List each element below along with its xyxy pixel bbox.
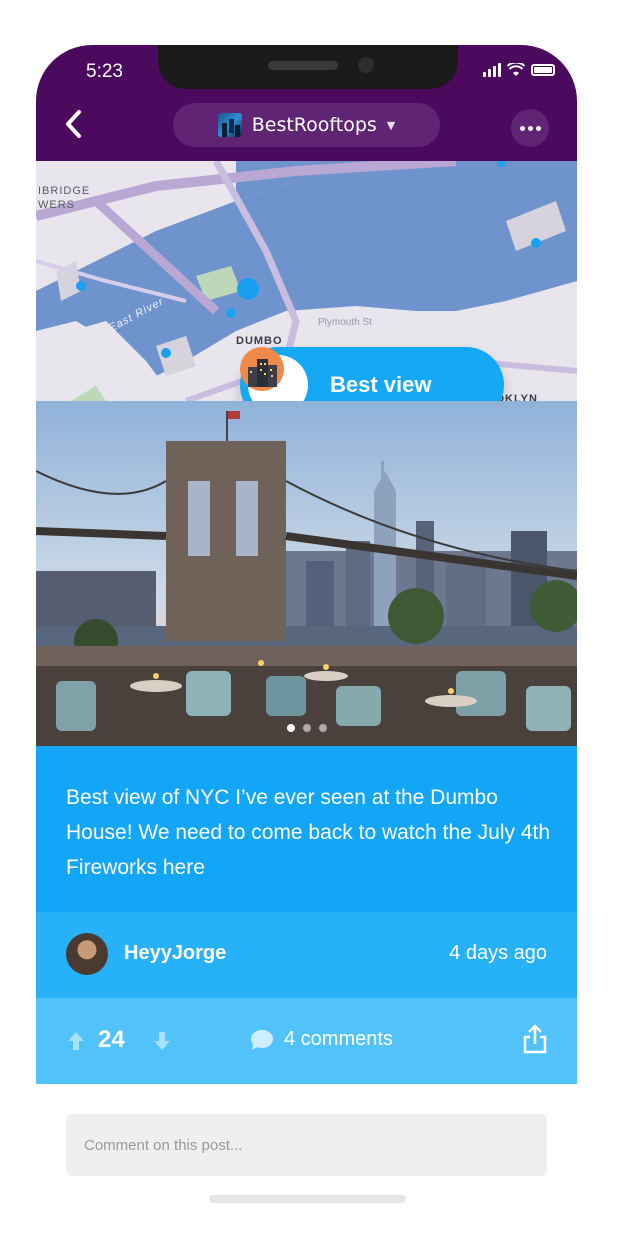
caret-down-icon: ▼ bbox=[386, 118, 396, 132]
speech-bubble-icon bbox=[251, 1029, 273, 1050]
carousel-dot[interactable] bbox=[286, 724, 295, 732]
back-chevron-icon[interactable] bbox=[62, 109, 86, 139]
carousel-dots[interactable] bbox=[36, 724, 577, 732]
caption-text: Best view of NYC I’ve ever seen at the D… bbox=[66, 786, 551, 879]
share-icon[interactable] bbox=[523, 1024, 547, 1054]
author-name[interactable]: HeyyJorge bbox=[124, 942, 226, 965]
location-map[interactable]: IBRIDGE WERS East River DUMBO Plymouth S… bbox=[36, 161, 577, 401]
device-notch bbox=[158, 45, 458, 89]
best-view-label: Best view bbox=[330, 372, 432, 397]
channel-thumbnail bbox=[217, 113, 242, 137]
wifi-icon bbox=[507, 63, 525, 76]
channel-selector[interactable]: BestRooftops ▼ bbox=[173, 103, 440, 147]
map-label-towers: WERS bbox=[38, 199, 75, 211]
phone-screen: 5:23 BestRooftops ▼ IBRIDGE WERS East Ri… bbox=[36, 45, 577, 1215]
app-header: 5:23 BestRooftops ▼ bbox=[36, 45, 577, 161]
downvote-arrow-icon[interactable] bbox=[152, 1030, 172, 1052]
post-actions: 24 4 comments bbox=[36, 998, 577, 1084]
author-row: HeyyJorge 4 days ago bbox=[36, 912, 577, 998]
status-icons bbox=[483, 63, 555, 77]
speaker-grille bbox=[268, 61, 338, 70]
rooftop-photo-graphic bbox=[36, 401, 577, 746]
ellipsis-icon bbox=[519, 125, 525, 131]
battery-icon bbox=[531, 64, 555, 76]
post-photo[interactable] bbox=[36, 401, 577, 746]
comment-input[interactable] bbox=[66, 1114, 547, 1176]
map-label-bridge: IBRIDGE bbox=[38, 185, 91, 197]
signal-icon bbox=[483, 63, 501, 77]
channel-name: BestRooftops bbox=[251, 114, 377, 136]
home-indicator[interactable] bbox=[209, 1195, 406, 1203]
post-timestamp: 4 days ago bbox=[449, 942, 547, 964]
upvote-arrow-icon[interactable] bbox=[66, 1030, 86, 1052]
map-label-street: Plymouth St bbox=[318, 317, 372, 328]
carousel-dot[interactable] bbox=[302, 724, 311, 732]
front-camera bbox=[358, 57, 374, 73]
vote-count: 24 bbox=[98, 1026, 125, 1053]
comments-link[interactable]: 4 comments bbox=[250, 1028, 393, 1051]
carousel-dot[interactable] bbox=[318, 724, 327, 732]
comments-count-label: 4 comments bbox=[284, 1028, 393, 1050]
best-view-pin[interactable]: Best view bbox=[240, 347, 504, 401]
more-options-button[interactable] bbox=[511, 109, 549, 147]
post-caption: Best view of NYC I’ve ever seen at the D… bbox=[36, 746, 577, 912]
avatar[interactable] bbox=[66, 933, 108, 975]
city-buildings-icon bbox=[240, 347, 308, 401]
status-time: 5:23 bbox=[86, 61, 123, 82]
map-label-dumbo: DUMBO bbox=[236, 335, 283, 347]
